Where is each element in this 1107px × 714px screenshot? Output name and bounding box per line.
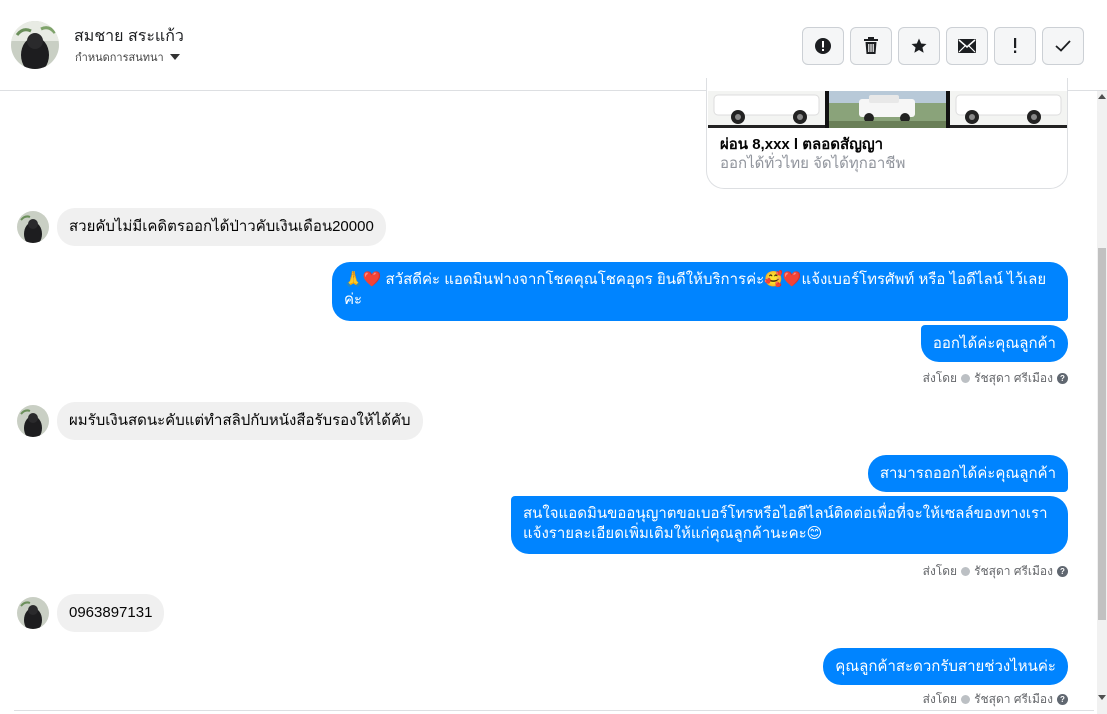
check-icon [1055,40,1071,52]
ad-preview-card[interactable]: ผ่อน 8,xxx l ตลอดสัญญา ออกได้ทั่วไทย จัด… [706,78,1068,189]
message-bubble[interactable]: สามารถออกได้ค่ะคุณลูกค้า [867,455,1068,492]
message-bubble[interactable]: สนใจแอดมินขออนุญาตขอเบอร์โทรหรือไอดีไลน์… [511,496,1068,554]
message-bubble[interactable]: ผมรับเงินสดนะคับแต่ทำสลิปกับหนังสือรับรอ… [57,402,423,440]
agent-avatar-icon [961,567,971,576]
ad-image [829,91,950,128]
exclamation-icon [1014,38,1017,53]
contact-avatar [17,211,49,243]
sent-by-agent: รัชสุดา ศรีเมือง [974,692,1053,706]
agent-avatar-icon [961,695,971,704]
scrollbar-thumb[interactable] [1098,248,1106,620]
ad-description: ออกได้ทั่วไทย จัดได้ทุกอาชีพ [720,155,906,172]
help-icon[interactable]: ? [1057,566,1068,577]
scroll-up-arrow-icon[interactable] [1098,94,1106,99]
ad-image [708,91,829,128]
message-row-incoming: สวยคับไม่มีเคดิตรออกได้ป่าวคับเงินเดือน2… [17,208,386,246]
scroll-down-arrow-icon[interactable] [1098,695,1106,700]
message-bubble[interactable]: ออกได้ค่ะคุณลูกค้า [920,325,1068,362]
mark-done-button[interactable] [1042,27,1084,65]
message-bubble[interactable]: 🙏❤️ สวัสดีค่ะ แอดมินฟางจากโชคคุณโชคอุดร … [332,262,1068,321]
star-icon [911,38,927,53]
sent-by-agent: รัชสุดา ศรีเมือง [974,564,1053,578]
envelope-icon [958,39,976,53]
help-icon[interactable]: ? [1057,694,1068,705]
sent-by-label: ส่งโดย รัชสุดา ศรีเมือง ? [923,562,1068,581]
message-bubble[interactable]: สวยคับไม่มีเคดิตรออกได้ป่าวคับเงินเดือน2… [57,208,386,246]
contact-avatar [17,405,49,437]
ad-image-strip [708,91,1067,128]
trash-icon [864,37,878,54]
report-button[interactable] [802,27,844,65]
message-bubble[interactable]: 0963897131 [57,594,165,632]
alert-circle-icon [815,38,831,54]
sent-by-label: ส่งโดย รัชสุดา ศรีเมือง ? [923,369,1068,388]
star-button[interactable] [898,27,940,65]
agent-avatar-icon [961,374,971,383]
composer-divider [14,710,1094,711]
conversation-schedule-dropdown[interactable]: กำหนดการสนทนา [75,48,180,66]
mark-unread-button[interactable] [946,27,988,65]
contact-name: สมชาย สระแก้ว [74,28,184,45]
follow-up-button[interactable] [994,27,1036,65]
delete-button[interactable] [850,27,892,65]
sent-by-prefix: ส่งโดย [922,692,958,706]
sent-by-prefix: ส่งโดย [922,564,958,578]
contact-avatar[interactable] [11,21,59,69]
scrollbar[interactable] [1097,91,1107,714]
sent-by-prefix: ส่งโดย [922,371,958,385]
caret-down-icon [169,54,180,60]
help-icon[interactable]: ? [1057,373,1068,384]
sent-by-label: ส่งโดย รัชสุดา ศรีเมือง ? [923,690,1068,709]
schedule-label: กำหนดการสนทนา [75,52,164,64]
ad-image [950,91,1067,128]
sent-by-agent: รัชสุดา ศรีเมือง [974,371,1053,385]
message-row-incoming: ผมรับเงินสดนะคับแต่ทำสลิปกับหนังสือรับรอ… [17,402,423,440]
contact-avatar [17,597,49,629]
message-bubble[interactable]: คุณลูกค้าสะดวกรับสายช่วงไหนค่ะ [823,648,1068,685]
message-row-incoming: 0963897131 [17,594,165,632]
conversation-actions [802,27,1084,65]
